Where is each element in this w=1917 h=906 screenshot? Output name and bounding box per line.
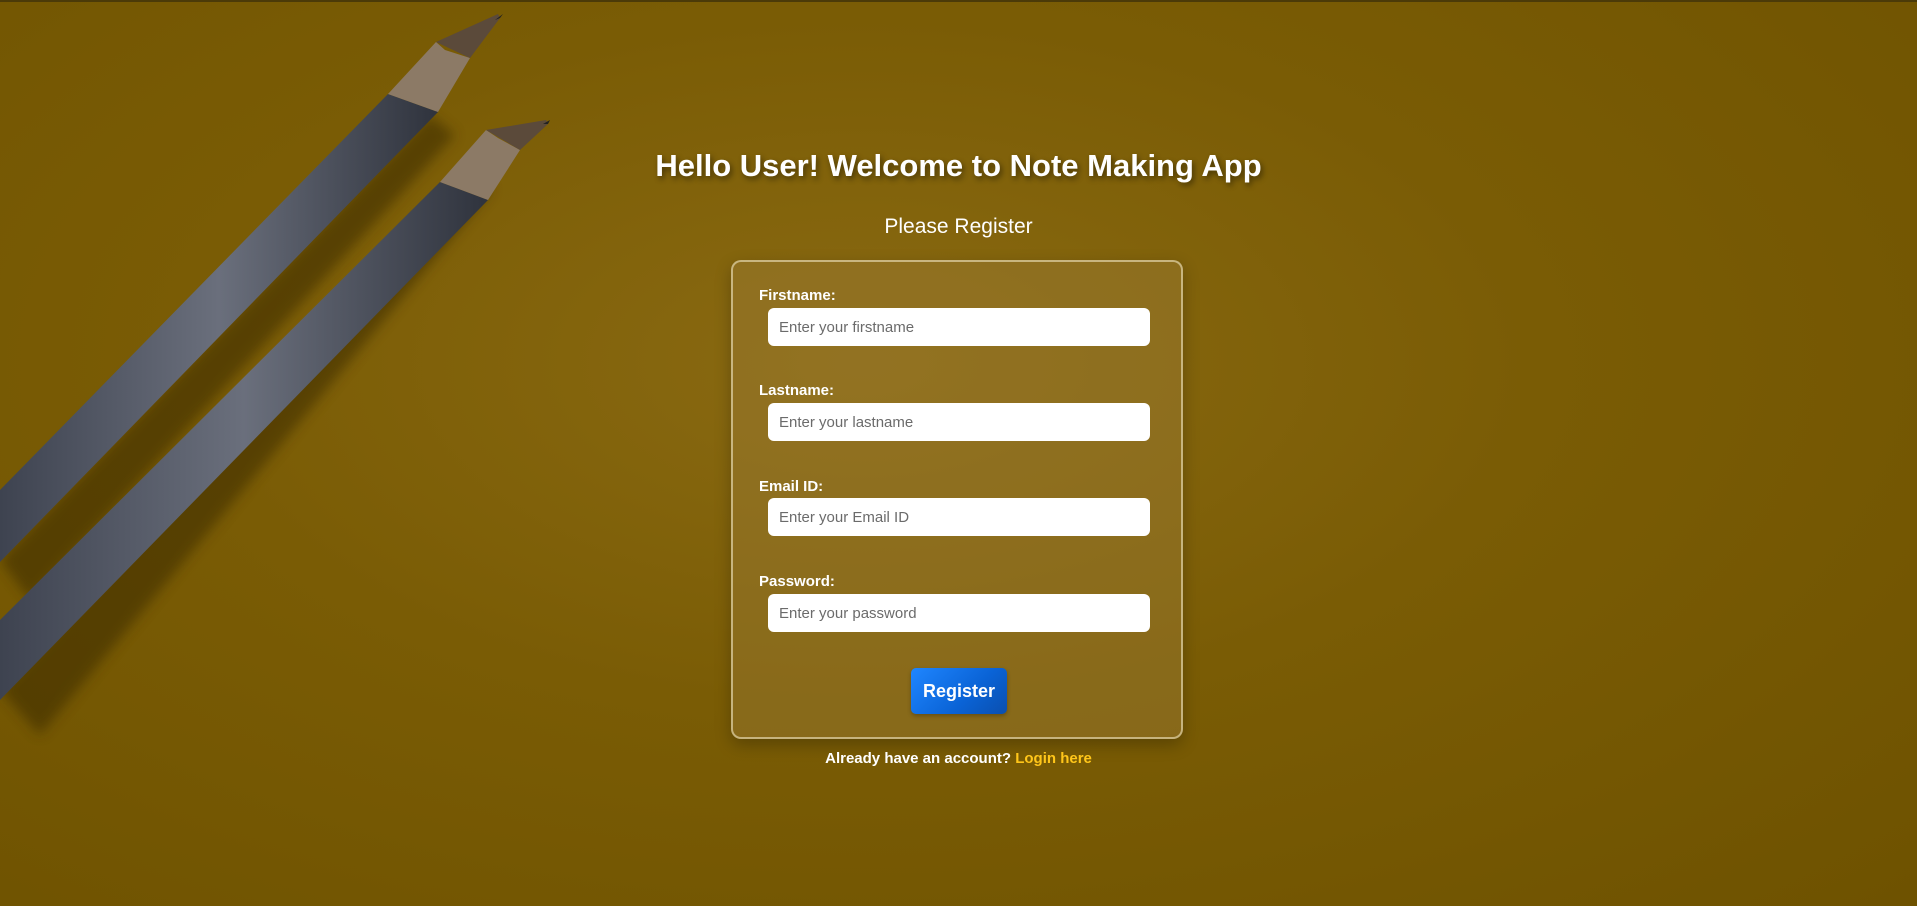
email-input[interactable] [768,498,1150,536]
password-input[interactable] [768,594,1150,632]
firstname-label: Firstname: [759,287,836,304]
login-prompt: Already have an account? Login here [0,750,1917,767]
register-button[interactable]: Register [911,668,1007,714]
password-label: Password: [759,573,835,590]
page-title: Hello User! Welcome to Note Making App [655,148,1262,183]
page-subtitle: Please Register [884,215,1033,238]
registration-form: Firstname: Lastname: Email ID: Password:… [731,260,1183,739]
login-link[interactable]: Login here [1015,750,1092,767]
firstname-input[interactable] [768,308,1150,346]
lastname-label: Lastname: [759,382,835,399]
email-label: Email ID: [759,478,824,495]
lastname-input[interactable] [768,403,1150,441]
pencils-background-image [0,14,550,735]
login-prompt-text: Already have an account? [825,750,1012,767]
